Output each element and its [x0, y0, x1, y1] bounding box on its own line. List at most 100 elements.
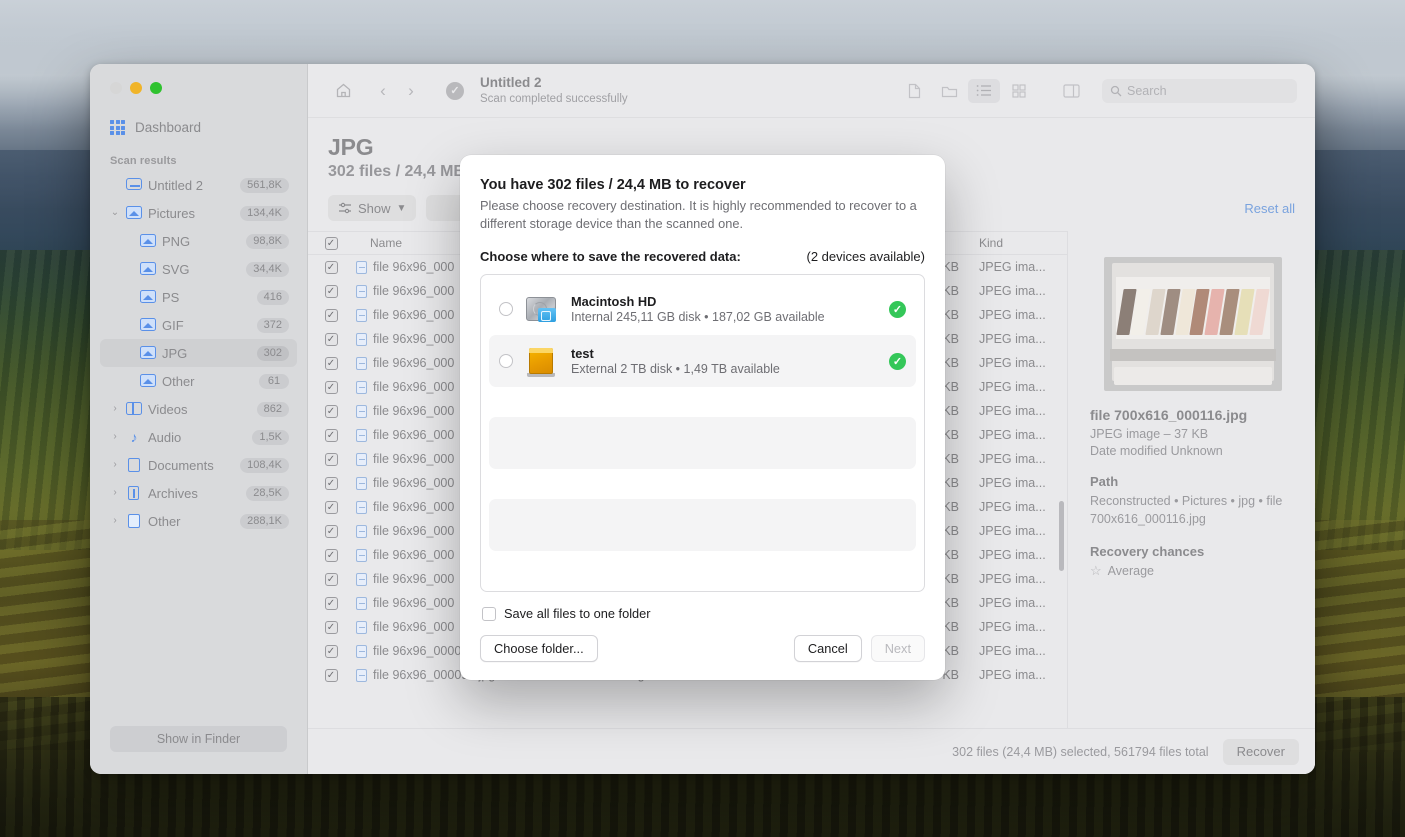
row-checkbox[interactable]: ✓	[314, 573, 348, 586]
list-view-icon[interactable]	[968, 79, 1000, 103]
sidebar-item-count: 372	[257, 318, 289, 333]
row-checkbox[interactable]: ✓	[314, 549, 348, 562]
file-icon	[356, 357, 367, 370]
device-text: Macintosh HDInternal 245,11 GB disk • 18…	[571, 294, 877, 324]
video-icon	[126, 402, 142, 416]
row-file-name: file 96x96_000	[373, 548, 454, 562]
green-check-icon: ✓	[889, 353, 906, 370]
row-checkbox[interactable]: ✓	[314, 621, 348, 634]
toolbar-right: Search	[898, 79, 1297, 103]
device-row[interactable]: Macintosh HDInternal 245,11 GB disk • 18…	[489, 283, 916, 335]
row-checkbox[interactable]: ✓	[314, 501, 348, 514]
next-button[interactable]: Next	[871, 635, 925, 662]
dialog-devices-available: (2 devices available)	[806, 249, 925, 264]
sidebar-item-png[interactable]: PNG98,8K	[100, 227, 297, 255]
chevron-right-icon[interactable]: ›	[400, 82, 422, 99]
device-list[interactable]: Macintosh HDInternal 245,11 GB disk • 18…	[480, 274, 925, 592]
preview-path-heading: Path	[1090, 474, 1295, 489]
sidebar-item-count: 561,8K	[240, 178, 289, 193]
row-checkbox[interactable]: ✓	[314, 309, 348, 322]
row-kind: JPEG ima...	[967, 284, 1067, 298]
show-in-finder-button[interactable]: Show in Finder	[110, 726, 287, 752]
chevron-icon[interactable]: ›	[110, 516, 120, 526]
row-kind: JPEG ima...	[967, 644, 1067, 658]
save-all-files-checkbox[interactable]	[482, 607, 496, 621]
row-checkbox[interactable]: ✓	[314, 405, 348, 418]
sidebar-item-other[interactable]: ›Other288,1K	[100, 507, 297, 535]
chevron-icon[interactable]: ›	[110, 432, 120, 442]
grid-view-icon[interactable]	[1003, 79, 1035, 103]
file-icon	[356, 381, 367, 394]
chevron-icon[interactable]: ›	[110, 460, 120, 470]
folder-view-icon[interactable]	[933, 79, 965, 103]
sidebar-item-videos[interactable]: ›Videos862	[100, 395, 297, 423]
sidebar-item-jpg[interactable]: JPG302	[100, 339, 297, 367]
dialog-actions: Choose folder... Cancel Next	[480, 621, 925, 680]
sidebar-item-archives[interactable]: ›Archives28,5K	[100, 479, 297, 507]
row-checkbox[interactable]: ✓	[314, 285, 348, 298]
preview-file-name: file 700x616_000116.jpg	[1090, 407, 1295, 423]
sidebar-item-svg[interactable]: SVG34,4K	[100, 255, 297, 283]
sidebar-section-title: Scan results	[110, 155, 307, 167]
row-checkbox[interactable]: ✓	[314, 357, 348, 370]
window-traffic-lights	[90, 64, 307, 94]
sidebar-item-ps[interactable]: PS416	[100, 283, 297, 311]
save-all-files-checkbox-row[interactable]: Save all files to one folder	[480, 592, 925, 621]
close-button[interactable]	[110, 82, 122, 94]
row-file-name: file 96x96_000	[373, 524, 454, 538]
recover-button[interactable]: Recover	[1223, 739, 1299, 765]
sidebar-item-untitled-2[interactable]: Untitled 2561,8K	[100, 171, 297, 199]
row-checkbox[interactable]: ✓	[314, 333, 348, 346]
sidebar-item-pictures[interactable]: ⌄Pictures134,4K	[100, 199, 297, 227]
device-radio[interactable]	[499, 354, 513, 368]
row-checkbox[interactable]: ✓	[314, 645, 348, 658]
file-view-icon[interactable]	[898, 79, 930, 103]
row-checkbox[interactable]: ✓	[314, 597, 348, 610]
sidebar-item-audio[interactable]: ›♪Audio1,5K	[100, 423, 297, 451]
device-row[interactable]: testExternal 2 TB disk • 1,49 TB availab…	[489, 335, 916, 387]
search-input[interactable]: Search	[1102, 79, 1297, 103]
sidebar-item-count: 108,4K	[240, 458, 289, 473]
row-checkbox[interactable]: ✓	[314, 261, 348, 274]
chevron-left-icon[interactable]: ‹	[372, 82, 394, 99]
row-kind: JPEG ima...	[967, 668, 1067, 682]
file-icon	[356, 333, 367, 346]
show-filter-button[interactable]: Show ▼	[328, 195, 416, 221]
picture-icon	[140, 234, 156, 248]
sidebar-item-dashboard[interactable]: Dashboard	[110, 120, 307, 135]
row-kind: JPEG ima...	[967, 500, 1067, 514]
chevron-icon[interactable]: ›	[110, 488, 120, 498]
sidebar-item-count: 862	[257, 402, 289, 417]
sidebar-toggle-icon[interactable]	[1055, 79, 1087, 103]
chevron-icon[interactable]: ⌄	[110, 208, 120, 218]
row-file-name: file 96x96_000	[373, 572, 454, 586]
row-kind: JPEG ima...	[967, 308, 1067, 322]
home-icon[interactable]	[328, 78, 358, 104]
device-name: test	[571, 346, 877, 361]
select-all-checkbox[interactable]: ✓	[314, 237, 348, 250]
row-checkbox[interactable]: ✓	[314, 477, 348, 490]
sidebar-item-documents[interactable]: ›Documents108,4K	[100, 451, 297, 479]
sidebar-item-other[interactable]: Other61	[100, 367, 297, 395]
sidebar-item-label: JPG	[162, 346, 251, 361]
preview-recovery-heading: Recovery chances	[1090, 544, 1295, 559]
column-header-kind[interactable]: Kind	[967, 236, 1067, 250]
audio-icon: ♪	[126, 430, 142, 444]
row-kind: JPEG ima...	[967, 356, 1067, 370]
vertical-scrollbar[interactable]	[1059, 501, 1064, 571]
chevron-icon[interactable]: ›	[110, 404, 120, 414]
zoom-button[interactable]	[150, 82, 162, 94]
row-checkbox[interactable]: ✓	[314, 525, 348, 538]
row-checkbox[interactable]: ✓	[314, 429, 348, 442]
sidebar-item-gif[interactable]: GIF372	[100, 311, 297, 339]
row-checkbox[interactable]: ✓	[314, 381, 348, 394]
reset-all-link[interactable]: Reset all	[1244, 201, 1295, 216]
row-checkbox[interactable]: ✓	[314, 453, 348, 466]
file-icon	[356, 453, 367, 466]
row-checkbox[interactable]: ✓	[314, 669, 348, 682]
device-name: Macintosh HD	[571, 294, 877, 309]
minimize-button[interactable]	[130, 82, 142, 94]
cancel-button[interactable]: Cancel	[794, 635, 862, 662]
device-radio[interactable]	[499, 302, 513, 316]
choose-folder-button[interactable]: Choose folder...	[480, 635, 598, 662]
